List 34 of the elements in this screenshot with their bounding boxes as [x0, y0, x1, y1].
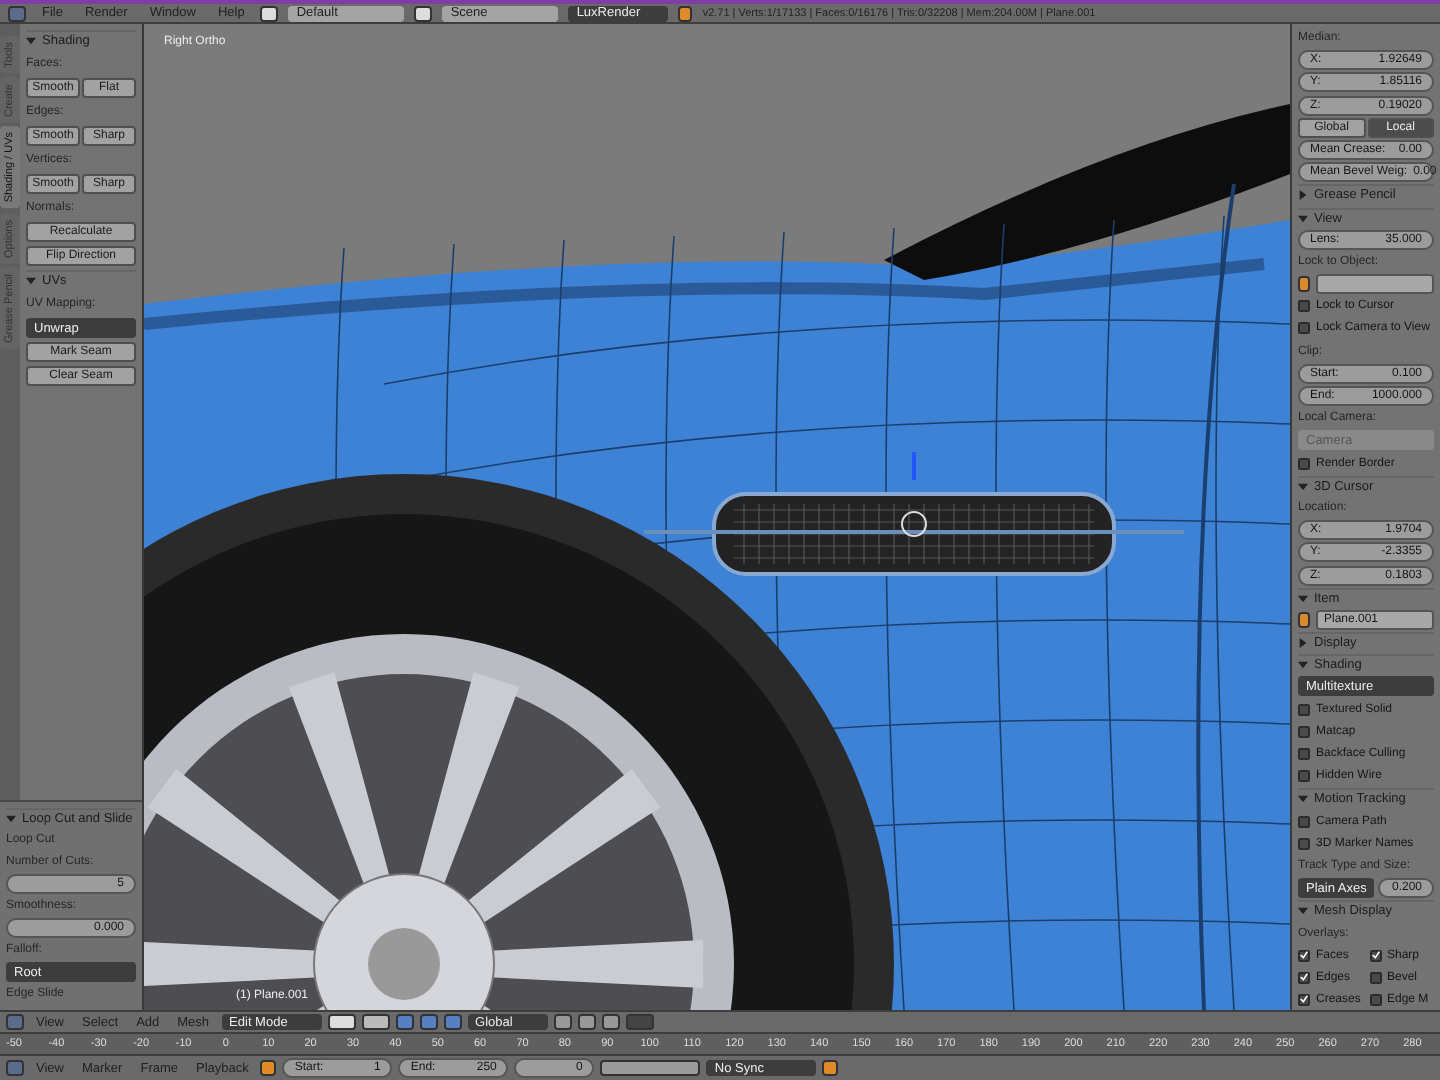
checkbox[interactable] [1298, 300, 1310, 313]
disclosure-triangle-icon[interactable] [1298, 213, 1308, 223]
editor-type-icon[interactable] [6, 1060, 24, 1076]
checkbox[interactable] [1298, 457, 1310, 470]
checkbox[interactable] [1298, 770, 1310, 783]
editor-type-icon[interactable] [8, 5, 26, 21]
disclosure-triangle-icon[interactable] [1298, 190, 1308, 201]
object-icon [1298, 611, 1310, 628]
disclosure-triangle-icon[interactable] [1298, 660, 1308, 671]
editor-type-icon[interactable] [6, 1014, 24, 1030]
checkbox[interactable] [1298, 703, 1310, 716]
checkbox[interactable] [1298, 993, 1310, 1006]
checkbox[interactable] [1298, 725, 1310, 738]
checkbox[interactable] [1369, 993, 1381, 1006]
checkbox[interactable] [1298, 837, 1310, 850]
checkbox[interactable] [1298, 748, 1310, 760]
checkbox[interactable] [1369, 949, 1381, 962]
checkbox[interactable] [1298, 949, 1310, 962]
disclosure-triangle-icon[interactable] [1298, 593, 1308, 604]
scene-icon[interactable] [414, 5, 433, 21]
disclosure-triangle-icon[interactable] [1298, 481, 1308, 492]
checkbox[interactable] [1298, 815, 1310, 828]
layout-icon[interactable] [260, 5, 279, 21]
checkbox[interactable] [1298, 322, 1310, 335]
disclosure-triangle-icon[interactable] [6, 814, 16, 824]
disclosure-triangle-icon[interactable] [26, 36, 36, 46]
checkbox[interactable] [1369, 971, 1381, 984]
object-icon [1298, 276, 1310, 293]
disclosure-triangle-icon[interactable] [1298, 906, 1308, 917]
checkbox[interactable] [1298, 971, 1310, 984]
disclosure-triangle-icon[interactable] [1298, 794, 1308, 805]
disclosure-triangle-icon[interactable] [1298, 638, 1308, 649]
disclosure-triangle-icon[interactable] [26, 276, 36, 286]
text-field[interactable] [1316, 274, 1434, 295]
